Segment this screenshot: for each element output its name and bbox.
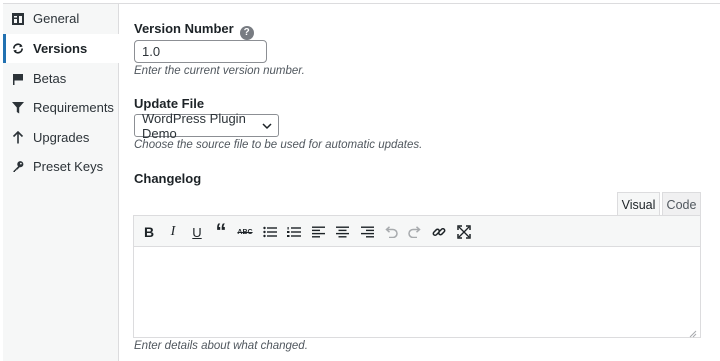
general-icon [12, 12, 24, 25]
link-icon [432, 227, 446, 237]
filter-icon [12, 101, 24, 114]
changelog-editor: B I U “ ABC [133, 215, 701, 338]
version-number-description: Enter the current version number. [134, 65, 305, 77]
sidebar-item-preset-keys[interactable]: Preset Keys [3, 152, 118, 181]
arrow-up-icon [12, 131, 24, 144]
bulleted-list-icon [263, 226, 277, 238]
sidebar-item-general[interactable]: General [3, 4, 118, 33]
undo-icon [385, 226, 398, 238]
redo-button[interactable] [406, 223, 424, 241]
blockquote-button[interactable]: “ [212, 219, 230, 244]
changelog-content-area[interactable] [134, 247, 700, 337]
update-file-select[interactable]: WordPress Plugin Demo [134, 111, 279, 141]
sync-icon [12, 42, 24, 55]
numbered-list-icon [287, 227, 301, 237]
sidebar-item-label: General [33, 11, 80, 26]
tab-visual[interactable]: Visual [617, 192, 660, 216]
flag-icon [12, 72, 24, 85]
changelog-description: Enter details about what changed. [134, 340, 308, 352]
sidebar-item-label: Preset Keys [33, 159, 104, 174]
align-right-button[interactable] [358, 223, 376, 241]
tab-code[interactable]: Code [662, 192, 701, 216]
version-number-label: Version Number? [134, 21, 254, 40]
redo-icon [408, 226, 421, 238]
bulleted-list-button[interactable] [261, 223, 279, 241]
link-button[interactable] [430, 223, 448, 241]
sidebar-item-upgrades[interactable]: Upgrades [3, 123, 118, 152]
sidebar-item-label: Versions [33, 41, 88, 56]
sidebar-item-label: Betas [33, 71, 67, 86]
sidebar-item-label: Requirements [33, 100, 114, 115]
update-file-description: Choose the source file to be used for au… [134, 139, 423, 151]
align-right-icon [360, 226, 374, 238]
changelog-label: Changelog [134, 171, 202, 186]
align-center-button[interactable] [333, 223, 351, 241]
help-icon[interactable]: ? [239, 26, 254, 40]
bold-button[interactable]: B [140, 223, 158, 241]
key-icon [12, 160, 24, 173]
fullscreen-icon [457, 225, 471, 239]
sidebar-item-requirements[interactable]: Requirements [3, 93, 118, 122]
undo-button[interactable] [382, 223, 400, 241]
numbered-list-button[interactable] [285, 223, 303, 241]
editor-toolbar: B I U “ ABC [134, 216, 700, 247]
version-number-input[interactable] [134, 40, 267, 63]
version-number-label-text: Version Number [134, 21, 234, 36]
align-left-button[interactable] [309, 223, 327, 241]
resize-handle-icon[interactable] [689, 326, 697, 338]
settings-sidebar: General Versions Betas Requirements Upgr… [3, 4, 120, 361]
align-left-icon [311, 226, 325, 238]
sidebar-item-label: Upgrades [33, 130, 90, 145]
italic-button[interactable]: I [164, 223, 182, 241]
update-file-label: Update File [134, 96, 205, 111]
chevron-down-icon [261, 120, 273, 132]
align-center-icon [335, 226, 349, 238]
update-file-selected-value: WordPress Plugin Demo [142, 110, 246, 141]
sidebar-item-versions[interactable]: Versions [3, 34, 120, 63]
sidebar-item-betas[interactable]: Betas [3, 64, 118, 93]
fullscreen-button[interactable] [455, 223, 473, 241]
underline-button[interactable]: U [188, 223, 206, 241]
strikethrough-button[interactable]: ABC [236, 223, 254, 241]
